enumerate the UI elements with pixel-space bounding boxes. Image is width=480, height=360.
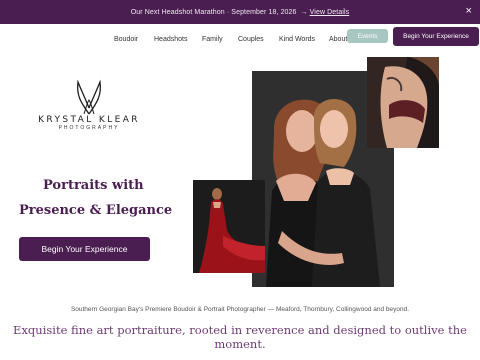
events-button[interactable]: Events <box>347 29 388 43</box>
begin-experience-nav-button[interactable]: Begin Your Experience <box>393 27 479 46</box>
nav-item-headshots[interactable]: Headshots <box>154 36 187 43</box>
boudoir-photo-lingerie <box>367 57 439 148</box>
nav-item-about[interactable]: About <box>329 36 347 43</box>
nav-item-family[interactable]: Family <box>202 36 223 43</box>
announcement-text: Our Next Headshot Marathon · September 1… <box>130 8 297 16</box>
announcement-bar: Our Next Headshot Marathon · September 1… <box>0 0 480 24</box>
hero-heading-line2: Presence & Elegance <box>19 203 173 218</box>
logo-subtitle: PHOTOGRAPHY <box>58 125 120 131</box>
section-subheading: Exquisite fine art portraiture, rooted i… <box>13 323 467 351</box>
close-icon[interactable]: × <box>465 5 472 17</box>
begin-experience-button[interactable]: Begin Your Experience <box>19 237 150 261</box>
nav-item-couples[interactable]: Couples <box>238 36 264 43</box>
logo-icon[interactable] <box>72 78 106 116</box>
hero-heading-line1: Portraits with <box>43 178 144 193</box>
view-details-link[interactable]: View Details <box>310 9 350 16</box>
logo-name: KRYSTAL KLEAR <box>38 115 140 125</box>
arrow-right-icon: → <box>300 8 308 16</box>
location-tagline: Southern Georgian Bay's Premiere Boudoir… <box>70 306 410 313</box>
portrait-photo-red-gown <box>193 180 265 273</box>
nav-item-kind-words[interactable]: Kind Words <box>279 36 315 43</box>
nav-item-boudoir[interactable]: Boudoir <box>114 36 138 43</box>
